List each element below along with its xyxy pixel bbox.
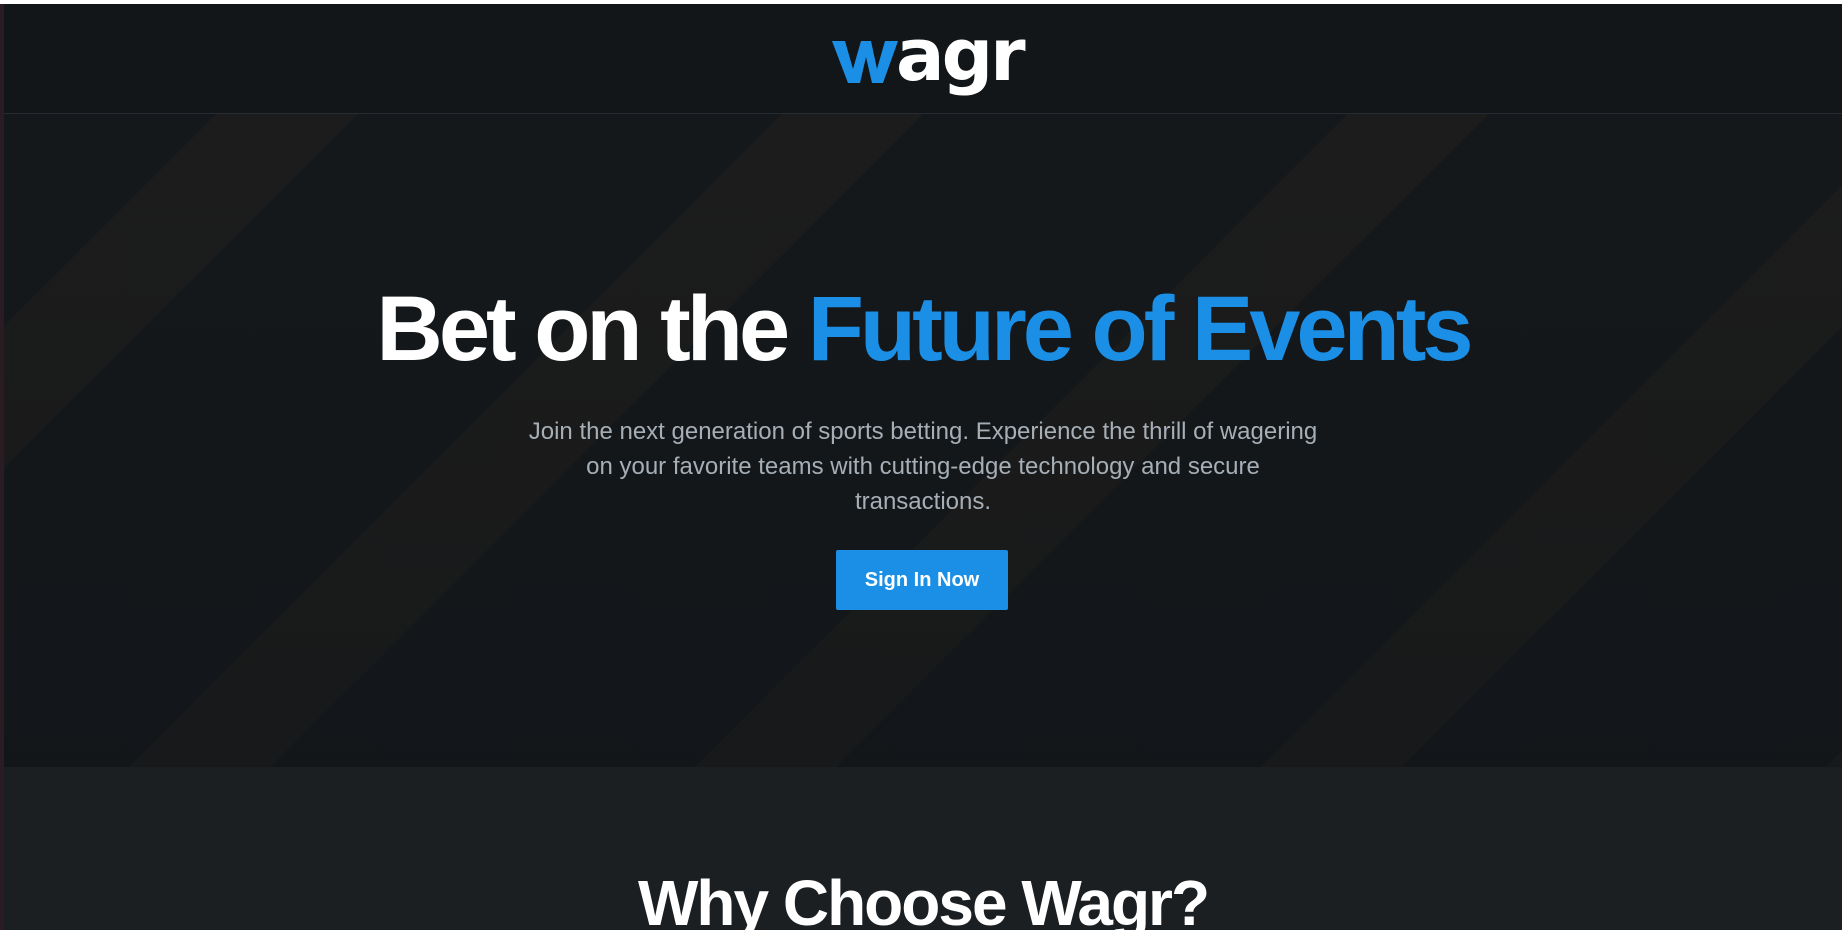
sign-in-button[interactable]: Sign In Now xyxy=(836,550,1008,610)
logo-text: agr xyxy=(896,13,1026,97)
why-choose-section: Why Choose Wagr? xyxy=(4,767,1842,930)
hero-subtitle: Join the next generation of sports betti… xyxy=(528,418,1318,515)
hero-title-part2: Future of Events xyxy=(807,278,1474,380)
hero-section: Bet on the Future of Events Join the nex… xyxy=(4,114,1842,767)
site-header: agr xyxy=(4,4,1842,114)
hero-title: Bet on the Future of Events xyxy=(4,278,1842,380)
wagr-logo[interactable]: agr xyxy=(832,13,1026,102)
page: agr Bet on the Future of Events Join the… xyxy=(0,0,1842,930)
logo-w-mark-icon xyxy=(832,41,898,83)
why-choose-title: Why Choose Wagr? xyxy=(637,867,1210,930)
hero-title-part1: Bet on the xyxy=(376,278,790,380)
